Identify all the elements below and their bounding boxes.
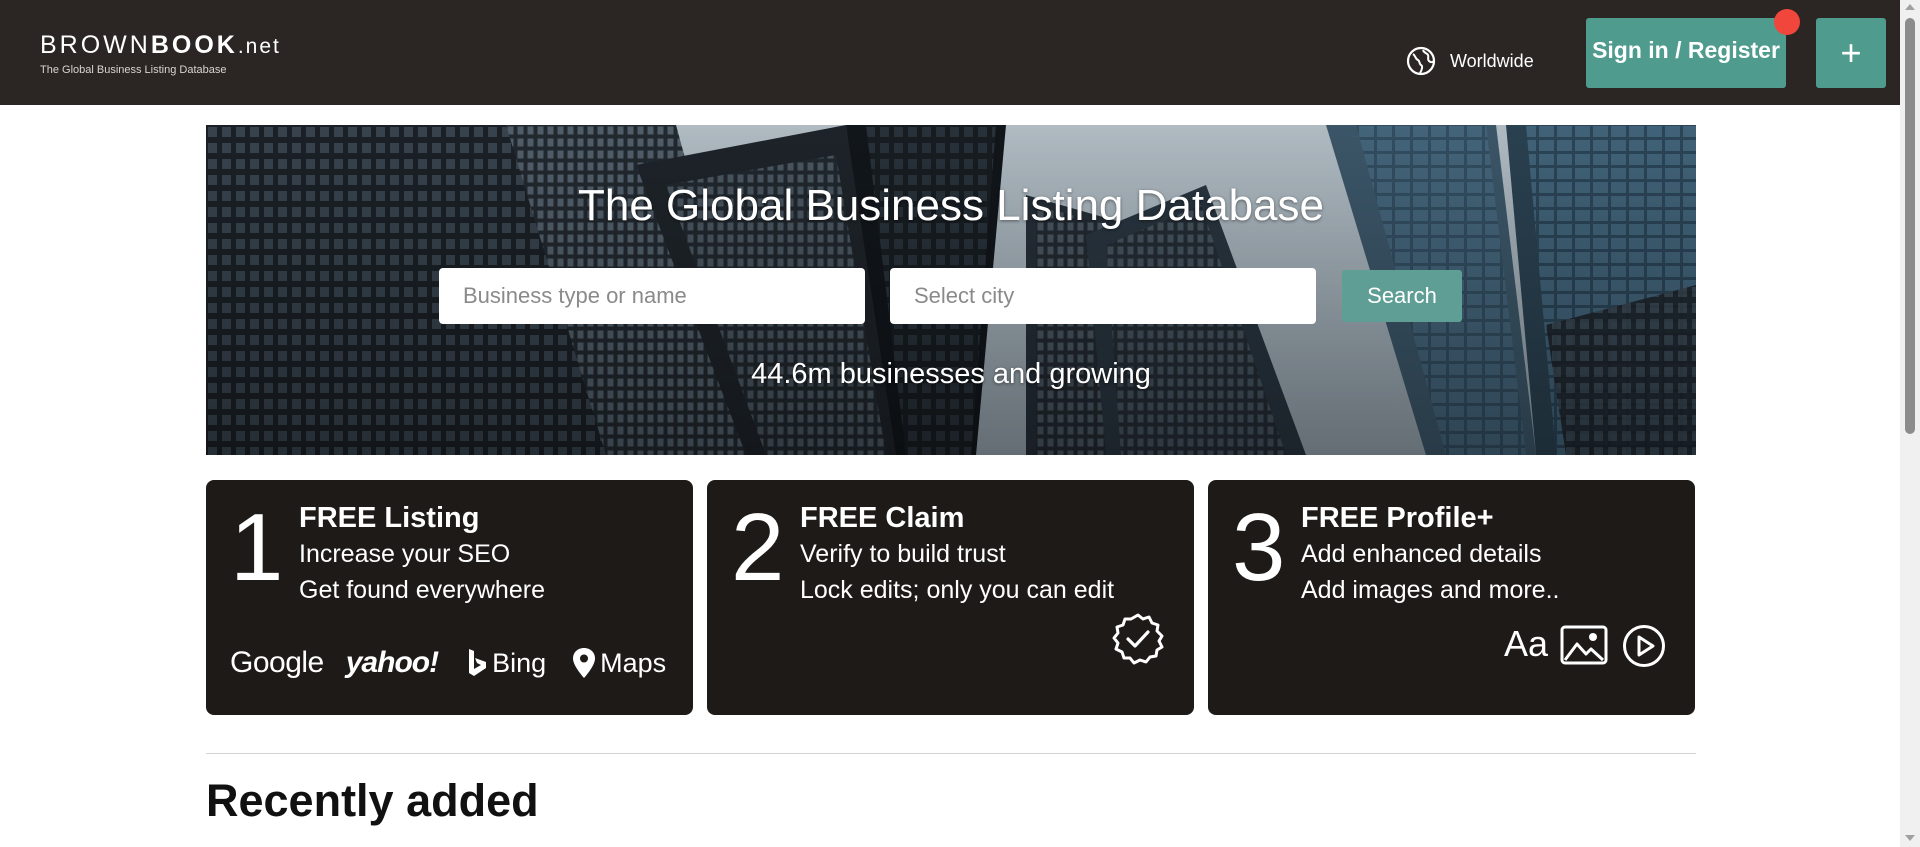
card-number: 2 [731,494,785,601]
logo-tagline: The Global Business Listing Database [40,64,227,76]
page-scrollbar[interactable] [1900,0,1920,847]
region-selector[interactable]: Worldwide [1406,46,1534,76]
play-icon [1623,625,1665,667]
free-listing-card[interactable]: 1 FREE Listing Increase your SEO Get fou… [206,480,693,715]
card-title: FREE Listing [299,502,480,534]
city-select-input[interactable] [890,268,1316,324]
scroll-down-arrow-icon[interactable] [1905,835,1915,841]
logo-wordmark: BROWNBOOK.net [40,31,281,59]
google-logo: Google [230,646,324,679]
card-number: 1 [230,494,284,601]
card-line: Increase your SEO [299,540,511,568]
scrollbar-thumb[interactable] [1905,18,1915,434]
card-title: FREE Profile+ [1301,502,1494,534]
map-pin-icon [573,648,596,678]
maps-logo: Maps [572,647,666,679]
card-line: Get found everywhere [299,576,545,604]
region-label: Worldwide [1450,50,1534,71]
card-line: Add enhanced details [1301,540,1542,568]
top-navbar: BROWNBOOK.net The Global Business Listin… [0,0,1900,105]
yahoo-logo: yahoo! [345,646,439,679]
card-title: FREE Claim [800,502,965,534]
card-line: Verify to build trust [800,540,1006,568]
hero-banner: The Global Business Listing Database Sea… [206,125,1696,455]
card-line: Add images and more.. [1301,576,1560,604]
hero-title: The Global Business Listing Database [578,181,1324,230]
signin-register-button[interactable]: Sign in / Register [1586,18,1786,88]
image-icon [1560,625,1608,665]
section-divider [206,753,1696,754]
text-icon: Aa [1504,623,1549,664]
search-engine-logos: Google yahoo! Bing Maps [230,646,666,680]
bing-logo: Bing [466,648,546,679]
globe-icon [1406,46,1436,76]
verified-badge-icon [1112,613,1164,665]
search-button[interactable]: Search [1342,270,1462,322]
business-search-input[interactable] [439,268,865,324]
recently-added-heading: Recently added [206,775,539,826]
card-line: Lock edits; only you can edit [800,576,1115,604]
add-listing-button[interactable]: + [1816,18,1886,88]
site-logo[interactable]: BROWNBOOK.net The Global Business Listin… [40,30,281,76]
scroll-up-arrow-icon[interactable] [1905,4,1915,10]
free-profile-plus-card[interactable]: 3 FREE Profile+ Add enhanced details Add… [1208,480,1695,715]
card-number: 3 [1232,494,1286,601]
notification-badge [1774,9,1800,35]
bing-icon [469,649,487,676]
business-count-text: 44.6m businesses and growing [751,358,1151,390]
free-claim-card[interactable]: 2 FREE Claim Verify to build trust Lock … [707,480,1194,715]
